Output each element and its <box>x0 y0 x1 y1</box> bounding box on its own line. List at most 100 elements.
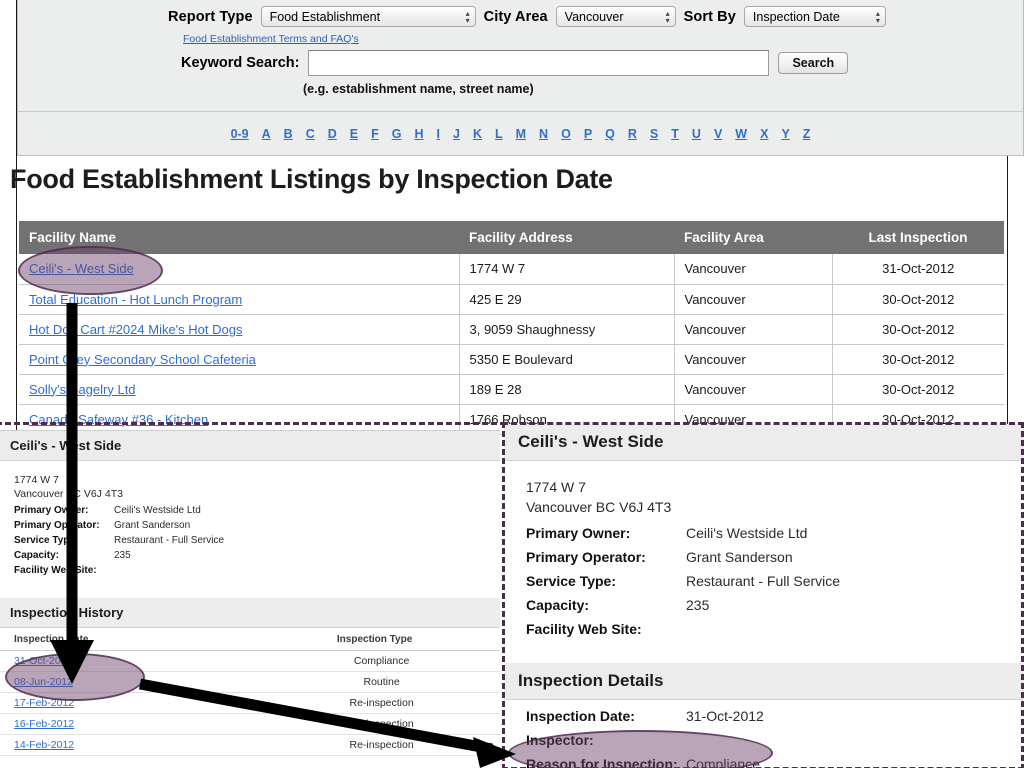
facility-field-row: Capacity: 235 <box>504 589 1024 613</box>
history-row: 14-Feb-2012 Re-inspection <box>0 734 500 756</box>
alpha-nav-link-u[interactable]: U <box>692 127 701 141</box>
cell-last-inspection: 30-Oct-2012 <box>832 344 1004 375</box>
cell-last-inspection: 30-Oct-2012 <box>832 284 1004 315</box>
report-type-label: Report Type <box>168 8 253 25</box>
alpha-nav-link-k[interactable]: K <box>473 127 482 141</box>
facility-name-link[interactable]: Ceili's - West Side <box>29 261 134 276</box>
cell-inspection-type: Re-inspection <box>263 713 500 735</box>
inspection-date-link[interactable]: 08-Jun-2012 <box>14 676 73 688</box>
cell-inspection-date: 31-Oct-2012 <box>0 650 264 672</box>
cell-inspection-type: Compliance <box>263 650 500 672</box>
col-header-facility-address[interactable]: Facility Address <box>459 221 674 254</box>
inspection-detail-field-value: Compliance <box>686 756 760 768</box>
facility-field-row: Primary Operator: Grant Sanderson <box>0 516 500 531</box>
facility-field-value: 235 <box>686 597 710 613</box>
alpha-nav-link-y[interactable]: Y <box>781 127 789 141</box>
cell-last-inspection: 30-Oct-2012 <box>832 374 1004 405</box>
alpha-nav-link-l[interactable]: L <box>495 127 503 141</box>
facility-name-link[interactable]: Solly's Bagelry Ltd <box>29 382 136 397</box>
alpha-nav-link-h[interactable]: H <box>414 127 423 141</box>
city-area-select[interactable]: Vancouver ▴ ▾ <box>555 6 676 27</box>
inspection-detail-field-row: Inspector: <box>504 724 1024 748</box>
cell-facility-area: Vancouver <box>674 284 833 315</box>
cell-facility-name: Total Education - Hot Lunch Program <box>19 284 460 315</box>
alpha-nav-link-w[interactable]: W <box>735 127 747 141</box>
alpha-nav-link-d[interactable]: D <box>328 127 337 141</box>
keyword-search-input[interactable] <box>308 50 770 76</box>
cell-facility-address: 5350 E Boulevard <box>459 344 675 375</box>
facility-field-row: Facility Web Site: <box>0 561 500 576</box>
facility-name-link[interactable]: Canada Safeway #36 - Kitchen <box>29 412 208 427</box>
alpha-nav-link-e[interactable]: E <box>350 127 358 141</box>
facility-field-value: Restaurant - Full Service <box>686 573 841 589</box>
col-header-facility-name[interactable]: Facility Name <box>19 221 459 254</box>
inspection-detail-field-row: Inspection Date: 31-Oct-2012 <box>504 700 1024 724</box>
inspection-detail-field-value: 31-Oct-2012 <box>686 708 764 724</box>
alpha-nav-link-q[interactable]: Q <box>605 127 615 141</box>
alpha-nav-link-o[interactable]: O <box>561 127 571 141</box>
facility-field-key: Primary Operator: <box>526 549 646 565</box>
sort-by-label: Sort By <box>683 8 736 25</box>
history-row: 16-Feb-2012 Re-inspection <box>0 713 500 735</box>
facility-listing-table: Facility Name Facility Address Facility … <box>19 221 1004 435</box>
cell-last-inspection: 30-Oct-2012 <box>832 314 1004 345</box>
facility-field-value: Ceili's Westside Ltd <box>114 505 201 516</box>
cell-facility-area: Vancouver <box>674 254 833 285</box>
facility-name-link[interactable]: Point Grey Secondary School Cafeteria <box>29 352 256 367</box>
inspection-history-title-small: Inspection History <box>0 598 500 628</box>
alpha-nav-link-a[interactable]: A <box>262 127 271 141</box>
alpha-nav-link-f[interactable]: F <box>371 127 379 141</box>
inspection-detail-field-key: Reason for Inspection: <box>526 756 678 768</box>
alpha-nav-link-x[interactable]: X <box>760 127 768 141</box>
history-row: 08-Jun-2012 Routine <box>0 671 500 693</box>
inspection-date-link[interactable]: 31-Oct-2012 <box>14 655 72 667</box>
report-type-select[interactable]: Food Establishment ▴ ▾ <box>260 6 476 27</box>
keyword-search-label: Keyword Search: <box>181 55 300 71</box>
facility-field-value: Ceili's Westside Ltd <box>686 525 808 541</box>
alpha-nav-link-b[interactable]: B <box>284 127 293 141</box>
inspection-details-fields: Inspection Date: 31-Oct-2012 Inspector: Rea… <box>504 700 1024 768</box>
alpha-nav-link-z[interactable]: Z <box>803 127 811 141</box>
cell-inspection-date: 16-Feb-2012 <box>0 713 264 735</box>
facility-detail-title-small: Ceili's - West Side <box>0 431 500 461</box>
col-header-facility-area[interactable]: Facility Area <box>674 221 832 254</box>
alpha-nav-link-j[interactable]: J <box>453 127 460 141</box>
history-header-row: Inspection Date Inspection Type <box>0 628 500 651</box>
inspection-detail-field-key: Inspector: <box>526 732 594 748</box>
facility-field-row: Service Type: Restaurant - Full Service <box>504 565 1024 589</box>
facility-name-link[interactable]: Total Education - Hot Lunch Program <box>29 292 242 307</box>
alpha-nav-link-s[interactable]: S <box>650 127 658 141</box>
alpha-nav-link-t[interactable]: T <box>671 127 679 141</box>
alpha-nav-link-c[interactable]: C <box>306 127 315 141</box>
search-button[interactable]: Search <box>778 52 849 74</box>
inspection-date-link[interactable]: 14-Feb-2012 <box>14 739 74 751</box>
city-area-value: Vancouver <box>564 9 624 24</box>
alpha-nav-link-m[interactable]: M <box>516 127 526 141</box>
inspection-date-link[interactable]: 17-Feb-2012 <box>14 697 74 709</box>
address-line-1: 1774 W 7 <box>526 479 586 495</box>
facility-fields-zoomed: Primary Owner: Ceili's Westside Ltd Primar… <box>504 517 1024 637</box>
facility-field-key: Facility Web Site: <box>526 621 642 637</box>
col-header-last-inspection[interactable]: Last Inspection <box>832 221 1004 254</box>
alphabet-nav-bar: 0-9 A B C D E F G H I J K L M N O P Q R S T U V W X Y Z <box>17 112 1024 156</box>
faq-link[interactable]: Food Establishment Terms and FAQ's <box>183 33 359 45</box>
col-header-inspection-type: Inspection Type <box>263 628 500 651</box>
cell-facility-address: 189 E 28 <box>459 374 675 405</box>
facility-name-link[interactable]: Hot Dog Cart #2024 Mike's Hot Dogs <box>29 322 242 337</box>
alpha-nav-link-r[interactable]: R <box>628 127 637 141</box>
table-row: Point Grey Secondary School Cafeteria 535… <box>19 344 1004 375</box>
facility-field-row: Primary Owner: Ceili's Westside Ltd <box>0 501 500 516</box>
alpha-nav-link-g[interactable]: G <box>392 127 402 141</box>
history-row: 31-Oct-2012 Compliance <box>0 650 500 672</box>
report-controls-row: Report Type Food Establishment ▴ ▾ City A… <box>168 6 886 27</box>
alpha-nav-link-i[interactable]: I <box>437 127 440 141</box>
inspection-date-link[interactable]: 16-Feb-2012 <box>14 718 74 730</box>
keyword-search-row: Keyword Search: Search <box>181 50 849 76</box>
alpha-nav-link-v[interactable]: V <box>714 127 722 141</box>
alpha-nav-link-p[interactable]: P <box>584 127 592 141</box>
inspection-details-title: Inspection Details <box>504 663 1024 700</box>
alpha-nav-link-0-9[interactable]: 0-9 <box>231 127 249 141</box>
alpha-nav-link-n[interactable]: N <box>539 127 548 141</box>
alphabet-nav-list: 0-9 A B C D E F G H I J K L M N O P Q R S T U V W X Y Z <box>231 127 811 141</box>
sort-by-select[interactable]: Inspection Date ▴ ▾ <box>743 6 886 27</box>
